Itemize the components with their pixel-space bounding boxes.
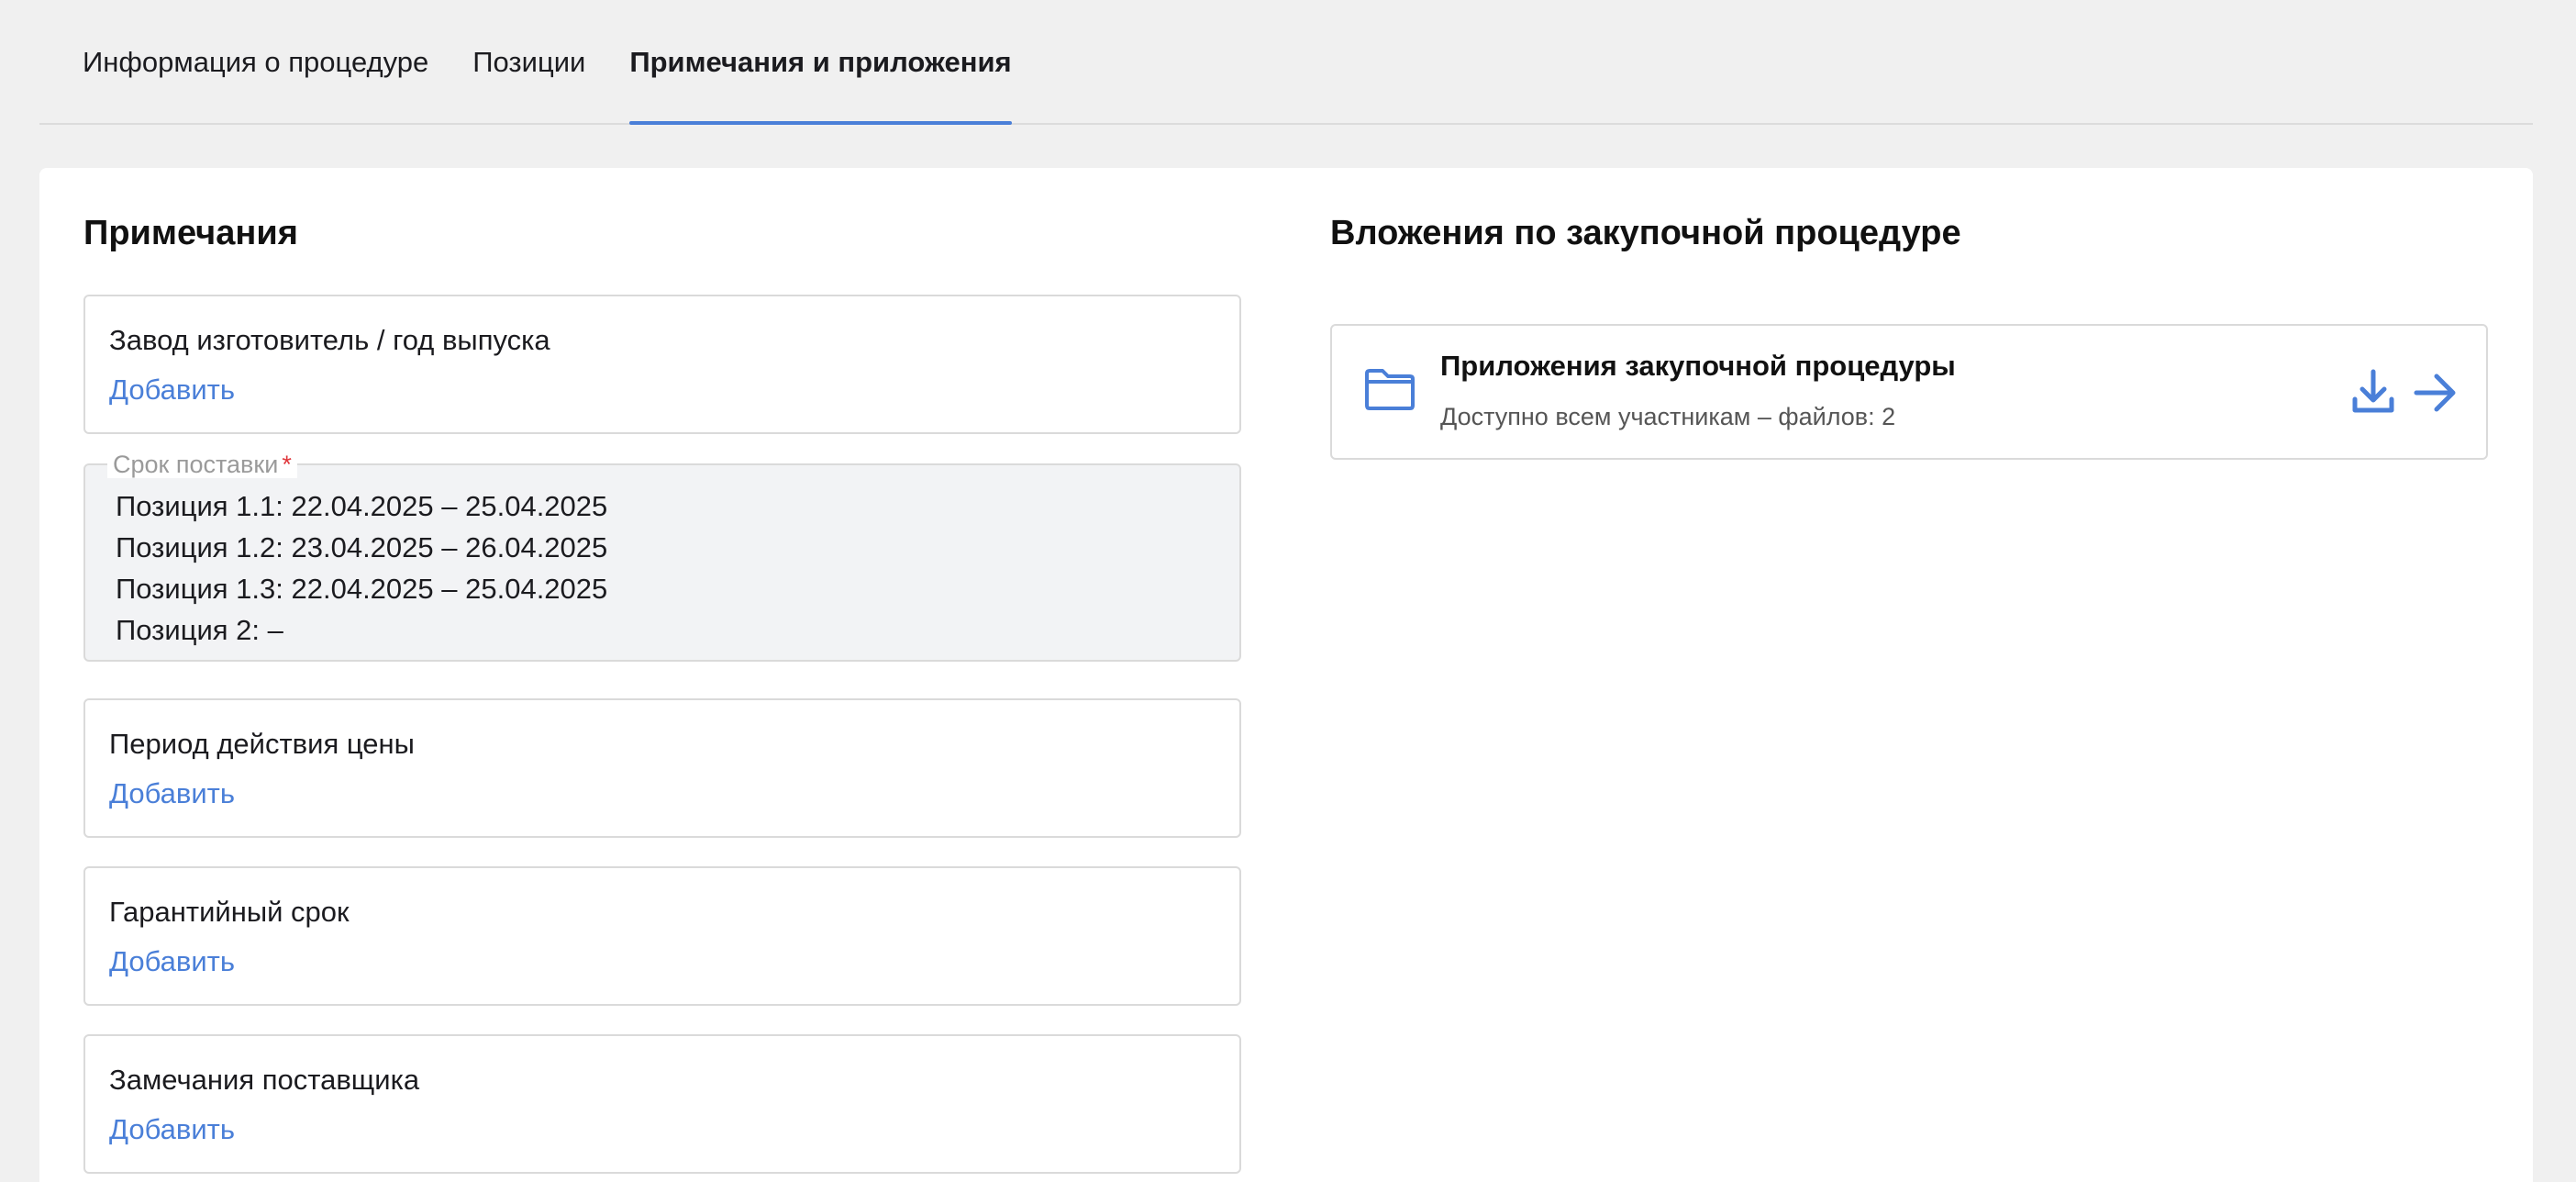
attachment-item[interactable]: Приложения закупочной процедуры Доступно…: [1330, 324, 2488, 460]
content-card: Примечания Завод изготовитель / год выпу…: [39, 168, 2533, 1182]
delivery-line: Позиция 1.1: 22.04.2025 – 25.04.2025: [116, 490, 608, 522]
field-warranty-label: Гарантийный срок: [109, 896, 350, 928]
field-warranty: Гарантийный срок Добавить: [83, 866, 1241, 1006]
folder-icon: [1365, 369, 1415, 410]
attachment-item-subtitle: Доступно всем участникам – файлов: 2: [1440, 403, 1896, 430]
tab-procedure-info[interactable]: Информация о процедуре: [83, 0, 428, 123]
tab-notes-attachments[interactable]: Примечания и приложения: [629, 0, 1012, 125]
field-manufacturer: Завод изготовитель / год выпуска Добавит…: [83, 295, 1241, 434]
add-price-period-link[interactable]: Добавить: [109, 777, 235, 810]
delivery-line: Позиция 1.3: 22.04.2025 – 25.04.2025: [116, 573, 608, 605]
notes-title: Примечания: [83, 214, 298, 252]
delivery-period-field: Срок поставки * Позиция 1.1: 22.04.2025 –…: [83, 451, 1241, 662]
field-supplier-remarks-label: Замечания поставщика: [109, 1064, 420, 1096]
add-supplier-remarks-link[interactable]: Добавить: [109, 1113, 235, 1146]
delivery-period-legend: Срок поставки *: [107, 451, 297, 478]
arrow-right-icon[interactable]: [2413, 372, 2459, 414]
delivery-line: Позиция 2: –: [116, 614, 283, 646]
attachment-item-title: Приложения закупочной процедуры: [1440, 350, 1956, 382]
delivery-period-lines: Позиция 1.1: 22.04.2025 – 25.04.2025 Поз…: [116, 485, 607, 651]
delivery-period-label: Срок поставки: [113, 451, 279, 478]
tab-bar: Информация о процедуре Позиции Примечани…: [39, 0, 2533, 125]
add-warranty-link[interactable]: Добавить: [109, 945, 235, 978]
field-price-period-label: Период действия цены: [109, 728, 415, 760]
tab-positions[interactable]: Позиции: [472, 0, 585, 123]
page: Информация о процедуре Позиции Примечани…: [0, 0, 2576, 1182]
download-icon[interactable]: [2350, 368, 2396, 416]
field-price-period: Период действия цены Добавить: [83, 698, 1241, 838]
attachments-title: Вложения по закупочной процедуре: [1330, 214, 1961, 252]
delivery-line: Позиция 1.2: 23.04.2025 – 26.04.2025: [116, 531, 608, 563]
field-manufacturer-label: Завод изготовитель / год выпуска: [109, 324, 550, 356]
required-mark: *: [282, 451, 292, 478]
add-manufacturer-link[interactable]: Добавить: [109, 374, 235, 407]
field-supplier-remarks: Замечания поставщика Добавить: [83, 1034, 1241, 1174]
